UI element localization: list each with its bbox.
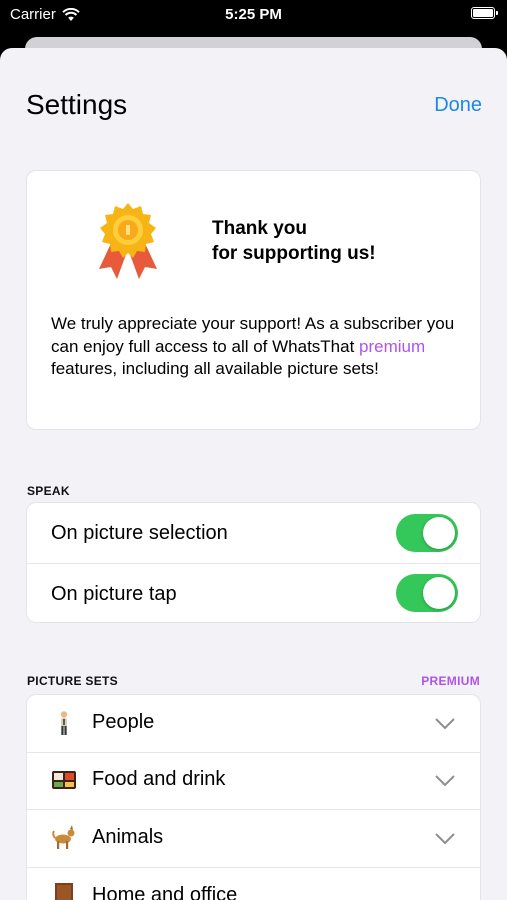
done-button[interactable]: Done xyxy=(434,94,482,117)
speak-tap-label: On picture tap xyxy=(51,582,177,605)
picture-set-label: Animals xyxy=(92,826,164,848)
message-text-end: features, including all available pictur… xyxy=(51,359,379,378)
award-ribbon-icon xyxy=(99,203,157,279)
picture-set-row-people[interactable]: People xyxy=(27,695,480,752)
chevron-down-icon xyxy=(435,718,455,730)
chevron-down-icon xyxy=(435,833,455,845)
toggle-knob xyxy=(423,577,455,609)
thank-you-title-line1: Thank you xyxy=(212,218,308,239)
picture-set-row-animals[interactable]: Animals xyxy=(27,810,480,867)
picture-set-label: Food and drink xyxy=(92,768,226,790)
dog-icon xyxy=(52,825,75,849)
picture-set-label: Home and office xyxy=(92,884,238,900)
speak-selection-toggle[interactable] xyxy=(396,514,458,552)
speak-selection-label: On picture selection xyxy=(51,521,228,544)
speak-settings-group: On picture selection On picture tap xyxy=(26,502,481,623)
person-icon xyxy=(60,711,68,735)
premium-section-label: PREMIUM xyxy=(421,674,480,688)
picture-set-row-food[interactable]: Food and drink xyxy=(27,753,480,809)
picture-set-row-home[interactable]: Home and office xyxy=(27,868,480,900)
picture-set-label: People xyxy=(92,711,155,733)
chevron-down-icon xyxy=(435,775,455,787)
picture-sets-group: People Food and drink Animals Home and o… xyxy=(26,694,481,900)
premium-highlight: premium xyxy=(359,336,426,356)
toggle-knob xyxy=(423,517,455,549)
speak-tap-toggle[interactable] xyxy=(396,574,458,612)
thank-you-card: Thank you for supporting us! We truly ap… xyxy=(26,170,481,430)
status-bar: Carrier 5:25 PM xyxy=(0,0,507,30)
battery-icon xyxy=(471,7,498,19)
thank-you-title-line2: for supporting us! xyxy=(212,243,376,264)
status-time: 5:25 PM xyxy=(225,6,282,23)
settings-sheet: Settings Done Thank you for supporting u… xyxy=(0,48,507,900)
speak-section-header: SPEAK xyxy=(27,484,70,498)
thank-you-title: Thank you for supporting us! xyxy=(212,216,376,266)
door-icon xyxy=(55,883,73,900)
thank-you-message: We truly appreciate your support! As a s… xyxy=(51,313,460,381)
page-title: Settings xyxy=(26,89,128,120)
picture-sets-section-header: PICTURE SETS xyxy=(27,674,118,688)
speak-row-tap: On picture tap xyxy=(27,564,480,624)
status-right xyxy=(471,7,498,19)
bento-box-icon xyxy=(52,771,76,789)
speak-row-selection: On picture selection xyxy=(27,503,480,563)
